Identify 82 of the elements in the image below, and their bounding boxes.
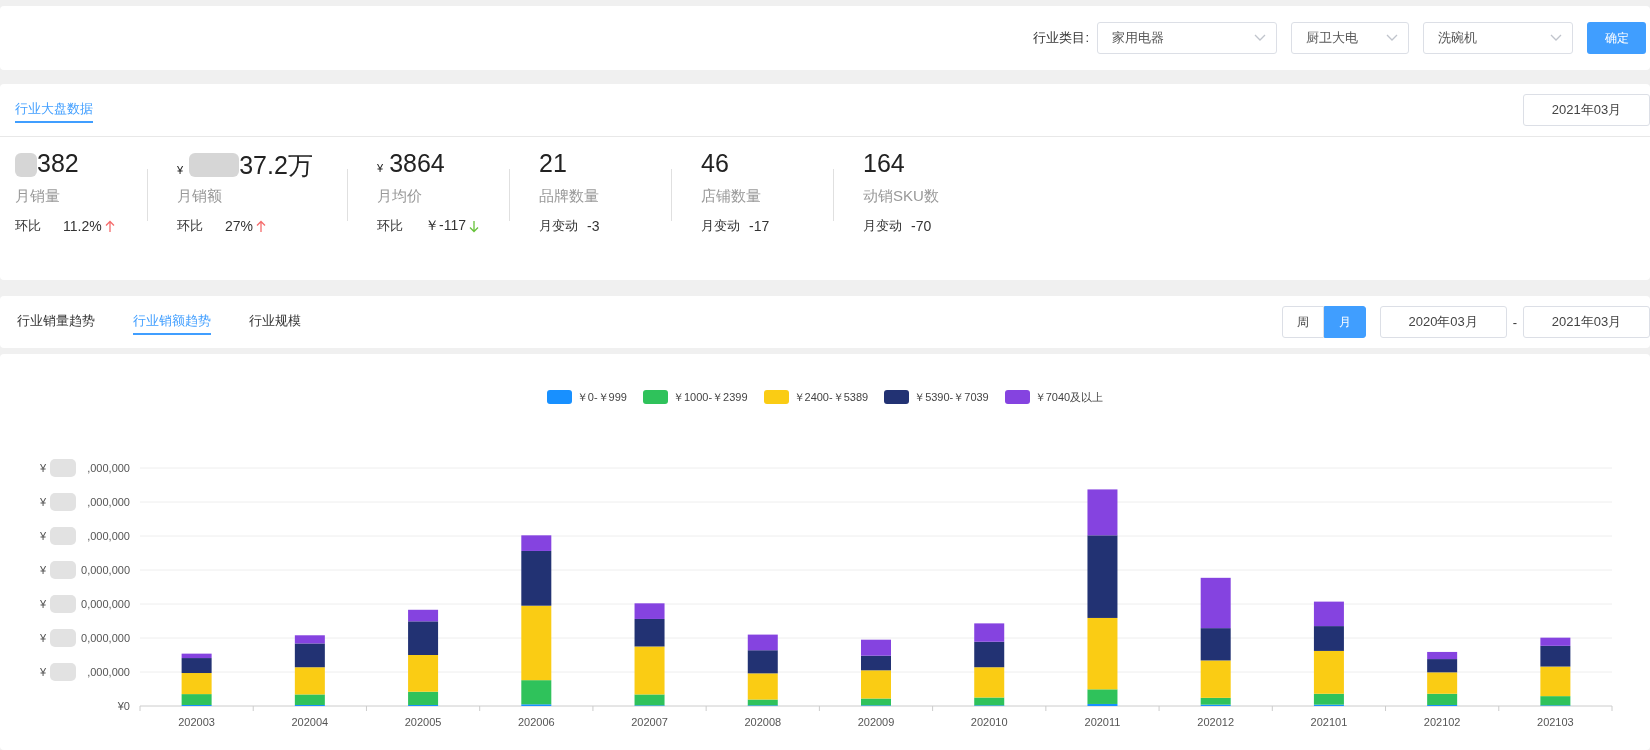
select-value: 厨卫大电 <box>1306 29 1358 47</box>
kpi-label: 月销量 <box>15 187 61 206</box>
currency-symbol: ¥ <box>377 162 384 174</box>
kpi-value: 382 <box>37 149 79 178</box>
change-value: 11.2% <box>63 218 102 234</box>
kpi-value: 164 <box>863 149 905 178</box>
x-axis-label: 202007 <box>631 716 668 728</box>
change-value: -3 <box>587 218 600 234</box>
trend-tab[interactable]: 行业销量趋势 <box>17 309 95 335</box>
x-axis-label: 202102 <box>1423 716 1461 728</box>
range-separator: - <box>1512 314 1517 330</box>
x-axis-label: 202012 <box>1197 716 1235 728</box>
chevron-down-icon <box>1550 34 1562 42</box>
select-value: 家用电器 <box>1112 29 1164 47</box>
change-label: 月变动 <box>863 217 903 235</box>
x-axis-label: 202003 <box>178 716 215 728</box>
x-axis-label: 202008 <box>744 716 782 728</box>
change-value: ￥-117 <box>425 217 466 235</box>
x-axis-label: 202103 <box>1537 716 1574 728</box>
x-axis-label: 202009 <box>857 716 895 728</box>
legend-label: ￥1000-￥2399 <box>672 389 748 405</box>
kpi-value: 21 <box>539 149 567 178</box>
change-value: -70 <box>911 218 932 234</box>
bar-segment <box>747 650 778 674</box>
change-label: 环比 <box>15 217 42 235</box>
x-axis-label: 202004 <box>291 716 329 728</box>
x-axis-label: 202005 <box>404 716 442 728</box>
period-button[interactable]: 周 <box>1281 306 1324 338</box>
currency-symbol: ¥ <box>39 666 46 678</box>
y-axis-label: ,000,000 <box>87 666 130 678</box>
select-value: 洗碗机 <box>1438 29 1477 47</box>
currency-symbol: ¥ <box>39 632 46 644</box>
x-axis-label: 202101 <box>1310 716 1348 728</box>
trend-tab[interactable]: 行业规模 <box>249 309 301 335</box>
y-axis-label: 0,000,000 <box>81 564 130 576</box>
kpi-value: 46 <box>701 149 729 178</box>
change-label: 环比 <box>377 217 404 235</box>
y-axis-label: ¥0 <box>117 700 130 712</box>
legend-label: ￥2400-￥5389 <box>793 389 869 405</box>
change-label: 月变动 <box>701 217 741 235</box>
x-axis-label: 202011 <box>1084 716 1121 728</box>
kpi-label: 动销SKU数 <box>863 187 940 206</box>
bar-segment <box>861 639 891 656</box>
y-axis-label: ,000,000 <box>87 530 130 542</box>
chevron-down-icon <box>1254 34 1266 42</box>
x-axis-label: 202006 <box>517 716 555 728</box>
month-picker[interactable]: 2021年03月 <box>1523 94 1650 126</box>
y-axis-label: ,000,000 <box>87 462 130 474</box>
currency-symbol: ¥ <box>39 462 46 474</box>
legend-label: ￥5390-￥7039 <box>914 389 989 405</box>
bar-segment <box>974 641 1005 668</box>
change-value: -17 <box>749 218 770 234</box>
kpi-label: 品牌数量 <box>539 187 600 206</box>
currency-symbol: ¥ <box>39 530 46 542</box>
bar-segment <box>747 634 778 651</box>
change-label: 环比 <box>177 217 204 235</box>
currency-symbol: ¥ <box>39 598 46 610</box>
legend-label: ￥7040及以上 <box>1034 389 1104 405</box>
category-select[interactable]: 厨卫大电 <box>1291 22 1409 54</box>
y-axis-label: 0,000,000 <box>81 598 130 610</box>
category-select[interactable]: 家用电器 <box>1097 22 1277 54</box>
kpi-value: 3864 <box>389 149 445 178</box>
legend-label: ￥0-￥999 <box>576 389 627 405</box>
change-label: 月变动 <box>539 217 579 235</box>
bar-segment <box>1313 601 1344 627</box>
y-axis-label: ,000,000 <box>87 496 130 508</box>
kpi-value: 37.2万 <box>239 150 313 181</box>
category-select[interactable]: 洗碗机 <box>1423 22 1573 54</box>
y-axis-label: 0,000,000 <box>81 632 130 644</box>
category-label: 行业类目: <box>1033 29 1089 47</box>
currency-symbol: ¥ <box>177 164 184 176</box>
change-value: 27% <box>225 218 254 234</box>
chevron-down-icon <box>1386 34 1398 42</box>
kpi-label: 店铺数量 <box>701 187 762 206</box>
x-axis-label: 202010 <box>970 716 1008 728</box>
currency-symbol: ¥ <box>39 496 46 508</box>
start-date-picker[interactable]: 2020年03月 <box>1379 306 1507 338</box>
kpi-label: 月销额 <box>177 187 223 206</box>
currency-symbol: ¥ <box>39 564 46 576</box>
end-date-picker[interactable]: 2021年03月 <box>1523 306 1650 338</box>
kpi-label: 月均价 <box>377 187 423 206</box>
bar-segment <box>974 623 1005 642</box>
